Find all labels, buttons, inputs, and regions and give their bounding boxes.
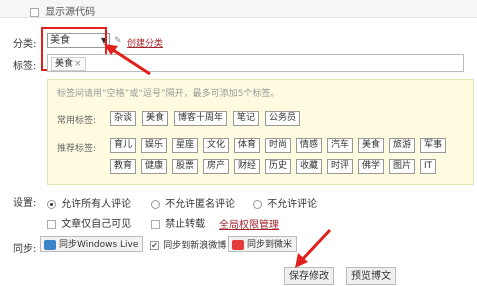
annotation-arrows [104, 44, 332, 268]
annotation-arrow-save-icon [295, 228, 332, 268]
annotation-arrow-icon [104, 44, 151, 76]
